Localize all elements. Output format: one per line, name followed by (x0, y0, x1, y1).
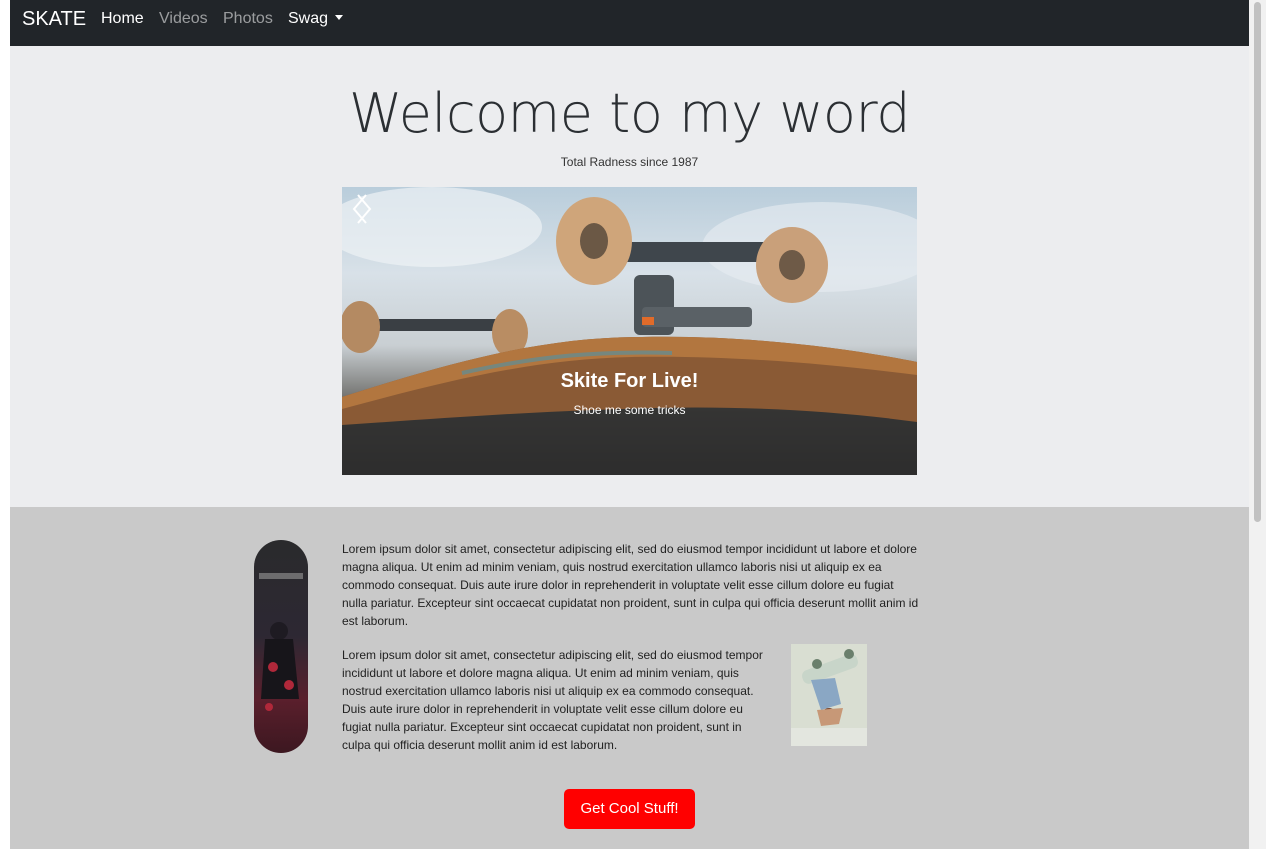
nav-link-home[interactable]: Home (101, 10, 144, 28)
vertical-scrollbar[interactable] (1249, 0, 1266, 849)
chevron-right-icon[interactable] (342, 187, 382, 231)
nav-link-videos[interactable]: Videos (159, 10, 208, 28)
caret-down-icon (335, 15, 344, 20)
paragraph-1: Lorem ipsum dolor sit amet, consectetur … (342, 542, 919, 628)
hero-subtitle: Total Radness since 1987 (560, 155, 699, 169)
paragraph-2: Lorem ipsum dolor sit amet, consectetur … (342, 648, 763, 752)
brand-link[interactable]: SKATE (22, 8, 86, 31)
scrollbar-thumb[interactable] (1254, 2, 1261, 522)
carousel-caption-title: Skite For Live! (560, 370, 699, 392)
image-carousel[interactable]: Skite For Live! Shoe me some tricks (342, 187, 917, 475)
hero-section: Welcome to my word Total Radness since 1… (10, 46, 1249, 507)
hero-title: Welcome to my word (348, 82, 911, 145)
carousel-caption-text: Shoe me some tricks (573, 403, 686, 417)
page: SKATE Home Videos Photos Swag Welcome to… (10, 0, 1249, 849)
navbar: SKATE Home Videos Photos Swag (10, 0, 1249, 46)
nav-dropdown-swag[interactable]: Swag (288, 10, 344, 28)
content-section: Lorem ipsum dolor sit amet, consectetur … (10, 507, 1249, 849)
get-cool-stuff-button[interactable]: Get Cool Stuff! (564, 789, 695, 829)
skateboard-deck-image (254, 540, 308, 753)
skateboard-photo (342, 187, 917, 475)
skater-photo-thumbnail (791, 644, 867, 746)
nav-link-swag-label: Swag (288, 10, 329, 27)
nav-link-photos[interactable]: Photos (223, 10, 273, 28)
